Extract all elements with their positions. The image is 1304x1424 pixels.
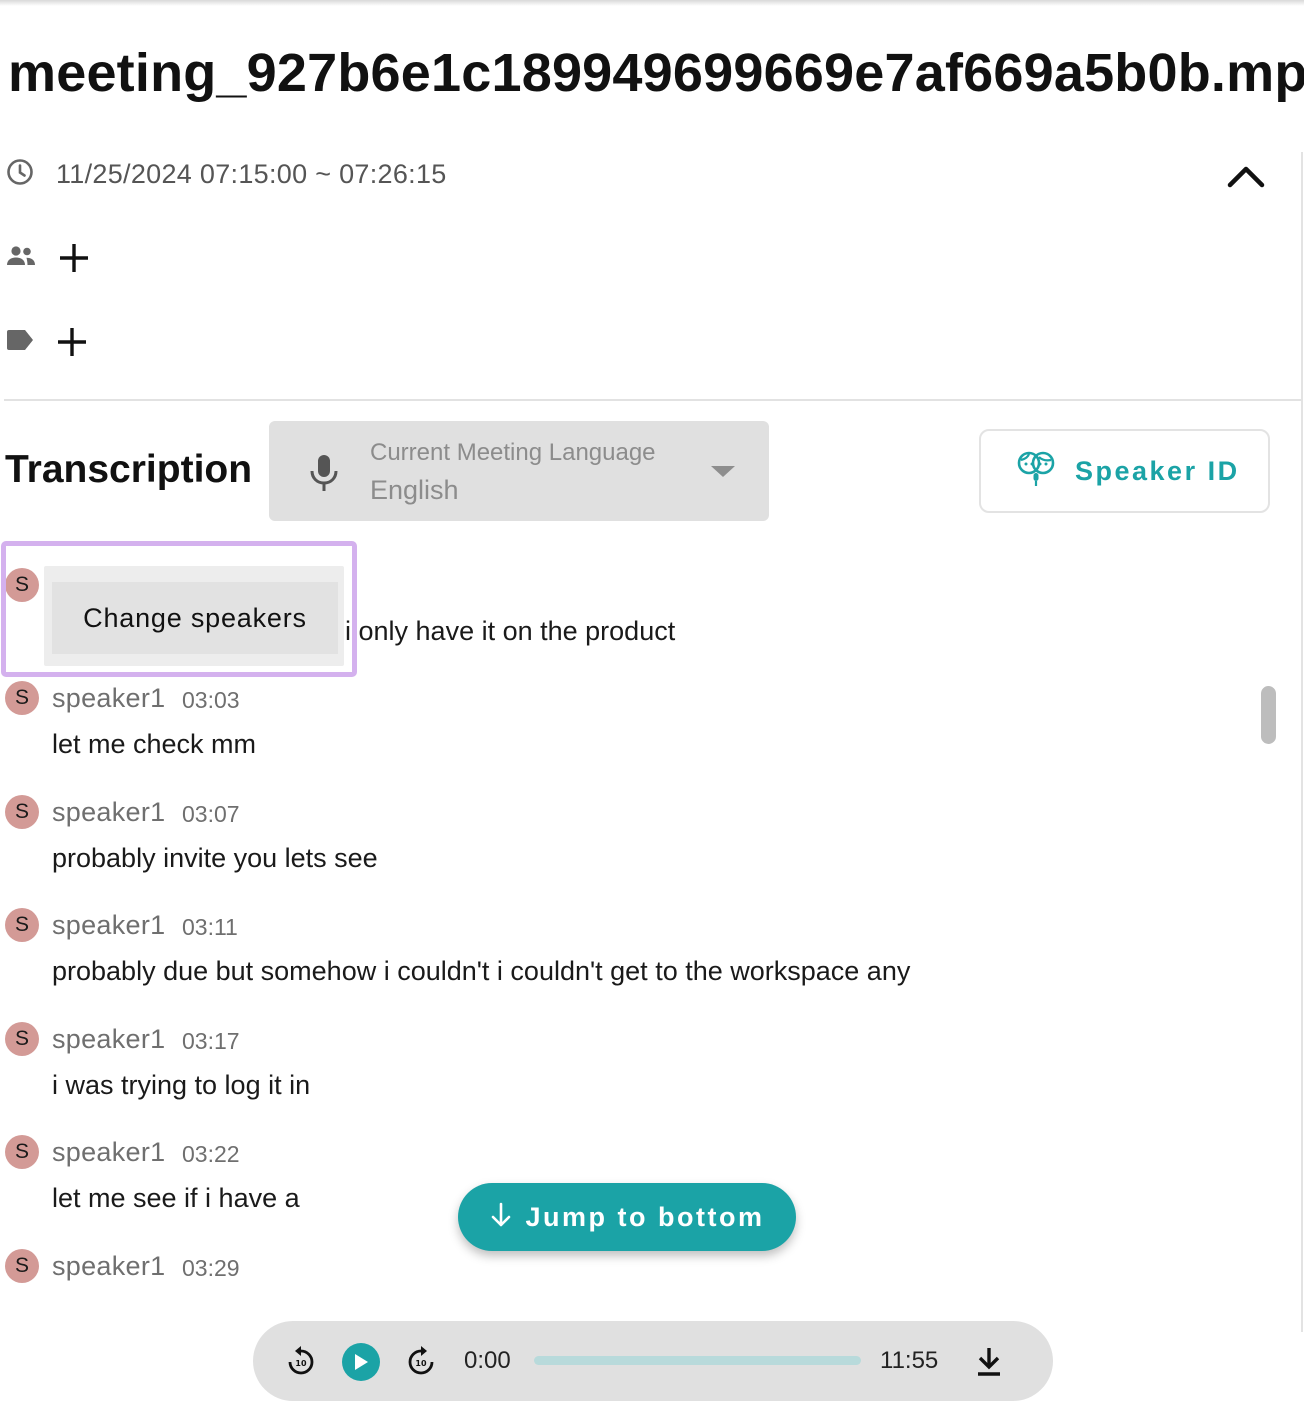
utterance-text: t i only have it on the product [330, 616, 676, 646]
forward-10-button[interactable]: 10 [405, 1345, 437, 1377]
speaker-id-label: Speaker ID [1075, 455, 1240, 486]
seek-bar[interactable] [534, 1356, 861, 1365]
collapse-details-button[interactable] [1224, 156, 1268, 200]
utterance-text: i was trying to log it in [52, 1070, 311, 1100]
speaker-name[interactable]: speaker1 [52, 1137, 165, 1168]
utterance-text: probably due but somehow i couldn't i co… [52, 956, 911, 986]
meeting-title: meeting_927b6e1c189949699669e7af669a5b0b… [8, 43, 1304, 103]
current-time: 0:00 [464, 1347, 511, 1374]
tags-row [6, 322, 92, 362]
microphone-icon [309, 453, 339, 498]
caret-down-icon [711, 466, 735, 477]
speaker-avatar[interactable]: S [5, 1135, 39, 1169]
svg-text:10: 10 [295, 1359, 307, 1368]
utterance-timestamp[interactable]: 03:17 [182, 1028, 240, 1055]
audio-player: 10 10 0:00 11:55 [253, 1321, 1053, 1401]
speaker-name[interactable]: speaker1 [52, 797, 165, 828]
rewind-10-button[interactable]: 10 [285, 1345, 317, 1377]
speaker-avatar[interactable]: S [5, 908, 39, 942]
meeting-language-select[interactable]: Current Meeting Language English [269, 421, 769, 521]
tag-icon [6, 329, 34, 356]
utterance-timestamp[interactable]: 03:29 [182, 1255, 240, 1282]
transcript-scrollbar[interactable] [1261, 686, 1276, 744]
svg-text:10: 10 [415, 1359, 427, 1368]
speaker-name[interactable]: speaker1 [52, 1251, 165, 1282]
people-icon [6, 245, 36, 272]
chevron-up-icon [1227, 164, 1265, 193]
plus-icon [58, 328, 86, 356]
utterance-timestamp[interactable]: 03:03 [182, 687, 240, 714]
utterance-timestamp[interactable]: 03:11 [182, 914, 238, 941]
jump-to-bottom-label: Jump to bottom [525, 1201, 765, 1232]
plus-icon [60, 244, 88, 272]
arrow-down-icon [490, 1202, 512, 1233]
top-shadow [0, 0, 1304, 6]
forward-10-icon: 10 [408, 1346, 434, 1375]
speaker-name[interactable]: speaker1 [52, 910, 165, 941]
utterance-text: let me see if i have a [52, 1183, 300, 1213]
transcription-heading: Transcription [5, 448, 253, 491]
download-icon [978, 1348, 1000, 1376]
speaker-id-button[interactable]: Speaker ID [979, 429, 1270, 513]
language-select-value: English [370, 475, 459, 505]
add-participant-button[interactable] [54, 238, 94, 278]
speaker-name[interactable]: speaker1 [52, 1024, 165, 1055]
jump-to-bottom-button[interactable]: Jump to bottom [458, 1183, 796, 1251]
highlight-outline [1, 541, 357, 677]
utterance-timestamp[interactable]: 03:22 [182, 1141, 240, 1168]
download-button[interactable] [973, 1345, 1005, 1377]
section-divider [4, 399, 1302, 401]
speaker-avatar[interactable]: S [5, 795, 39, 829]
utterance-text: let me check mm [52, 729, 257, 759]
duration: 11:55 [880, 1347, 939, 1374]
play-icon [355, 1354, 368, 1370]
speaker-avatar[interactable]: S [5, 1249, 39, 1283]
speaker-avatar[interactable]: S [5, 681, 39, 715]
panel-edge [1301, 152, 1303, 1332]
add-tag-button[interactable] [52, 322, 92, 362]
utterance-text: probably invite you lets see [52, 843, 378, 873]
rewind-10-icon: 10 [288, 1346, 314, 1375]
speaker-id-icon [1017, 451, 1055, 492]
speaker-avatar[interactable]: S [5, 1022, 39, 1056]
speaker-name[interactable]: speaker1 [52, 683, 165, 714]
clock-icon [6, 158, 34, 191]
utterance-timestamp[interactable]: 03:07 [182, 801, 240, 828]
meeting-time-row: 11/25/2024 07:15:00 ~ 07:26:15 [6, 158, 447, 191]
play-button[interactable] [342, 1343, 380, 1381]
language-select-label: Current Meeting Language [370, 439, 656, 466]
participants-row [6, 238, 94, 278]
meeting-time-range: 11/25/2024 07:15:00 ~ 07:26:15 [56, 159, 447, 189]
